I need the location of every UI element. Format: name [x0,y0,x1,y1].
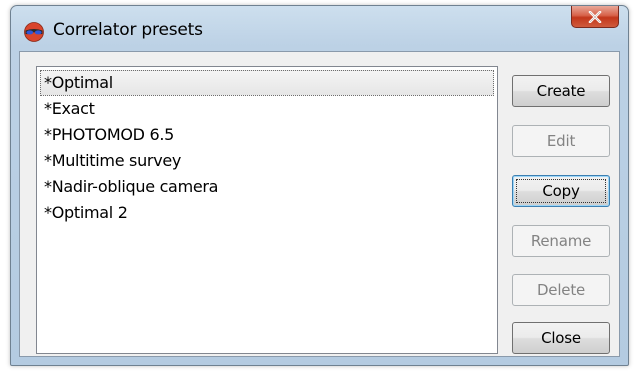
delete-button[interactable]: Delete [512,274,610,306]
rename-button-label: Rename [530,232,592,250]
red-blue-3d-glasses-icon [24,22,44,42]
correlator-presets-dialog: Correlator presets *Optimal *Exact *PHOT… [10,5,629,366]
create-button[interactable]: Create [512,75,610,107]
delete-button-label: Delete [536,281,586,299]
edit-button[interactable]: Edit [512,125,610,157]
copy-button[interactable]: Copy [512,175,610,207]
window-close-button[interactable] [571,6,619,28]
list-item[interactable]: *Nadir-oblique camera [40,174,494,200]
dialog-body: *Optimal *Exact *PHOTOMOD 6.5 *Multitime… [19,51,620,357]
list-item[interactable]: *Optimal [40,70,494,96]
list-item[interactable]: *Exact [40,96,494,122]
window-title: Correlator presets [53,20,203,40]
create-button-label: Create [536,82,586,100]
copy-button-label: Copy [542,182,580,200]
edit-button-label: Edit [546,132,576,150]
close-button[interactable]: Close [512,322,610,354]
title-bar[interactable]: Correlator presets [11,6,628,50]
presets-list[interactable]: *Optimal *Exact *PHOTOMOD 6.5 *Multitime… [36,66,498,354]
list-item[interactable]: *Multitime survey [40,148,494,174]
rename-button[interactable]: Rename [512,225,610,257]
close-button-label: Close [541,329,581,347]
close-icon [588,10,602,23]
list-item[interactable]: *PHOTOMOD 6.5 [40,122,494,148]
list-item[interactable]: *Optimal 2 [40,200,494,226]
